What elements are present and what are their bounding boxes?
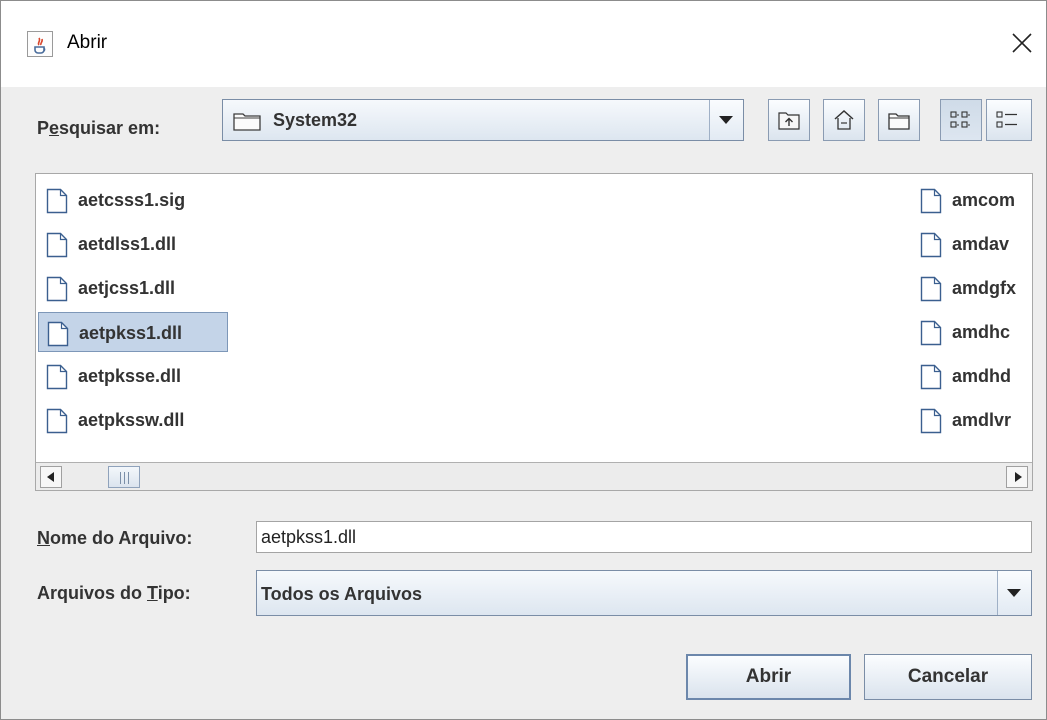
title-bar: Abrir <box>1 1 1046 87</box>
new-folder-icon <box>888 113 910 130</box>
file-name: amdhc <box>952 322 1011 342</box>
file-name: aetpkssw.dll <box>78 410 185 430</box>
file-item[interactable]: amdhd <box>912 356 1032 396</box>
file-item[interactable]: amdav <box>912 224 1032 264</box>
file-name: amdav <box>952 234 1010 254</box>
list-view-icon <box>950 111 970 128</box>
file-icon <box>46 408 68 434</box>
file-type-value: Todos os Arquivos <box>261 584 423 604</box>
file-name: amdgfx <box>952 278 1017 298</box>
file-name: amdhd <box>952 366 1012 386</box>
file-icon <box>920 188 942 214</box>
file-item[interactable]: aetdlss1.dll <box>38 224 228 264</box>
scroll-right-button[interactable] <box>1006 466 1028 488</box>
chevron-down-icon <box>1007 589 1021 597</box>
file-icon <box>920 364 942 390</box>
file-name: amdlvr <box>952 410 1012 430</box>
file-name: aetcsss1.sig <box>78 190 186 210</box>
scroll-thumb[interactable] <box>108 466 140 488</box>
file-item[interactable]: aetcsss1.sig <box>38 180 228 220</box>
file-icon <box>46 232 68 258</box>
open-button[interactable]: Abrir <box>686 654 851 700</box>
file-name: aetdlss1.dll <box>78 234 177 254</box>
look-in-label: Pesquisar em: <box>37 118 161 138</box>
details-view-button[interactable] <box>986 99 1032 141</box>
file-item[interactable]: amdgfx <box>912 268 1032 308</box>
look-in-combo[interactable]: System32 <box>222 99 744 141</box>
look-in-value: System32 <box>273 110 358 130</box>
file-type-label: Arquivos do Tipo: <box>37 583 191 603</box>
chevron-down-icon <box>719 116 733 124</box>
file-name-input[interactable] <box>256 521 1032 553</box>
file-item[interactable]: amdhc <box>912 312 1032 352</box>
file-icon <box>920 276 942 302</box>
file-name: aetpkss1.dll <box>79 323 183 343</box>
list-view-button[interactable] <box>940 99 982 141</box>
file-icon <box>920 232 942 258</box>
look-in-dropdown-button[interactable] <box>709 100 743 140</box>
file-item[interactable]: aetpkss1.dll <box>38 312 228 352</box>
open-dialog: Abrir Pesquisar em: System32 aetcsss1.si… <box>0 0 1047 720</box>
file-item[interactable]: aetpkssw.dll <box>38 400 228 440</box>
file-item[interactable]: aetjcss1.dll <box>38 268 228 308</box>
file-item[interactable]: amcom <box>912 180 1032 220</box>
new-folder-button[interactable] <box>878 99 920 141</box>
file-icon <box>47 321 69 347</box>
up-one-level-button[interactable] <box>768 99 810 141</box>
file-icon <box>46 188 68 214</box>
up-one-level-icon <box>778 112 800 130</box>
close-icon <box>1012 33 1032 53</box>
home-button[interactable] <box>823 99 865 141</box>
dialog-title: Abrir <box>67 32 108 53</box>
file-name-label: Nome do Arquivo: <box>37 528 193 548</box>
arrow-left-icon <box>47 472 54 482</box>
java-cup-icon <box>27 31 53 57</box>
horizontal-scrollbar[interactable] <box>36 462 1032 490</box>
close-button[interactable] <box>1006 27 1038 59</box>
home-icon <box>834 109 854 130</box>
cancel-button[interactable]: Cancelar <box>864 654 1032 700</box>
file-icon <box>920 320 942 346</box>
folder-icon <box>233 113 261 131</box>
scroll-left-button[interactable] <box>40 466 62 488</box>
file-name: amcom <box>952 190 1016 210</box>
details-view-icon <box>996 111 1017 128</box>
file-icon <box>920 408 942 434</box>
file-item[interactable]: amdlvr <box>912 400 1032 440</box>
file-icon <box>46 276 68 302</box>
file-name: aetpksse.dll <box>78 366 182 386</box>
file-name: aetjcss1.dll <box>78 278 176 298</box>
file-icon <box>46 364 68 390</box>
file-item[interactable]: aetpksse.dll <box>38 356 228 396</box>
file-list[interactable]: aetcsss1.sig aetdlss1.dll aetjcss1.dll aetp… <box>35 173 1033 491</box>
arrow-right-icon <box>1015 472 1022 482</box>
file-type-dropdown-button[interactable] <box>997 571 1031 615</box>
file-type-combo[interactable]: Todos os Arquivos <box>256 570 1032 616</box>
